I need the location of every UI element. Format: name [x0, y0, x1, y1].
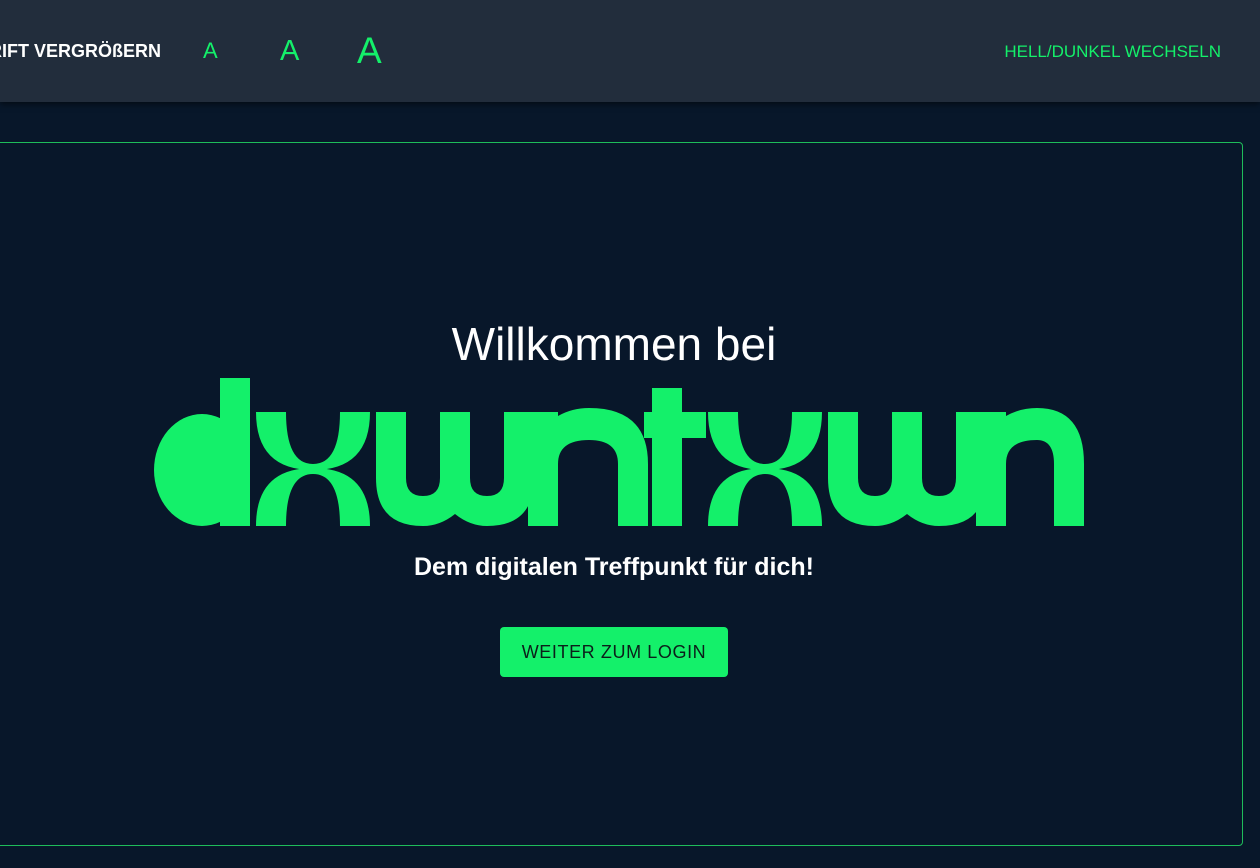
font-size-large-button[interactable]: A: [357, 32, 382, 69]
theme-toggle-button[interactable]: HELL/DUNKEL WECHSELN: [1004, 42, 1221, 62]
login-button[interactable]: WEITER ZUM LOGIN: [500, 627, 728, 677]
downtown-logo: downtown: [154, 378, 1084, 526]
font-size-medium-button[interactable]: A: [280, 37, 299, 66]
font-size-label: SCHRIFT VERGRÖßERN: [0, 41, 161, 61]
top-toolbar: SCHRIFT VERGRÖßERN A A A HELL/DUNKEL WEC…: [0, 0, 1260, 102]
font-size-small-button[interactable]: A: [203, 40, 218, 62]
tagline: Dem digitalen Treffpunkt für dich!: [413, 553, 814, 581]
welcome-heading: Willkommen bei: [451, 318, 777, 370]
